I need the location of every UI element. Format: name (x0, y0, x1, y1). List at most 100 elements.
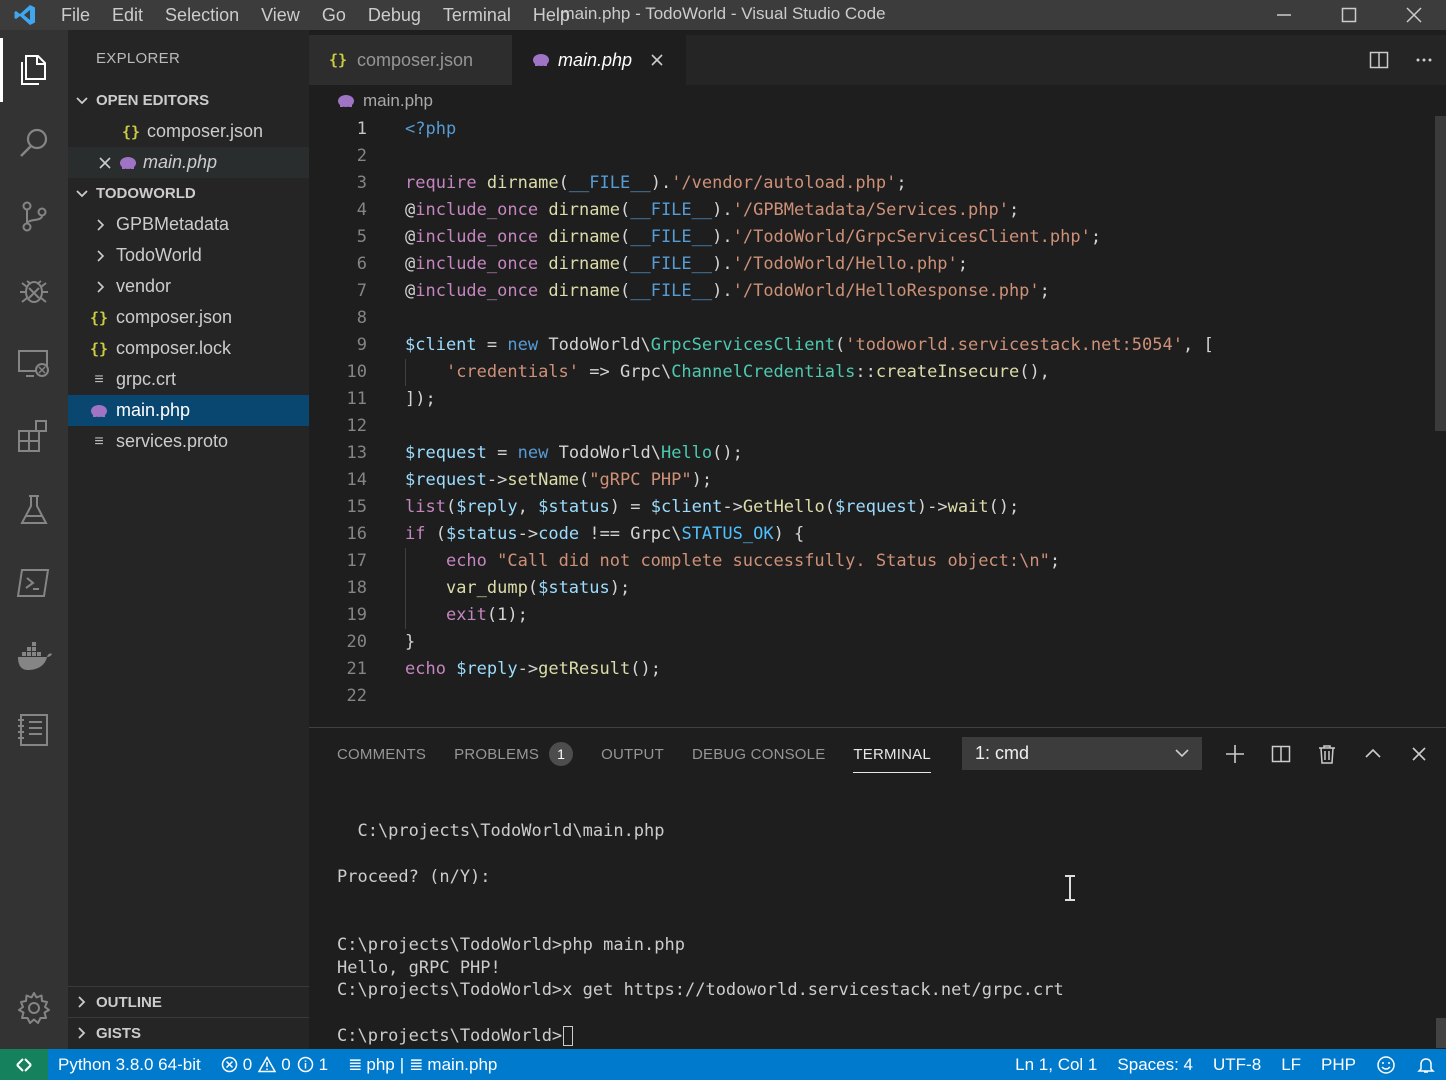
terminal-scrollbar[interactable] (1436, 1018, 1446, 1048)
terminal-output[interactable]: C:\projects\TodoWorld\main.php Proceed? … (337, 780, 1427, 1048)
todoworld-header[interactable]: TODOWORLD (68, 178, 309, 209)
terminal-select-value: 1: cmd (975, 743, 1030, 763)
line-number: 18 (346, 578, 367, 598)
menu-selection[interactable]: Selection (154, 0, 250, 30)
file-composer-lock[interactable]: {} composer.lock (68, 333, 309, 364)
file-composer-json[interactable]: {} composer.json (68, 302, 309, 333)
text-cursor-icon (1063, 875, 1077, 901)
sidebar-title: EXPLORER (96, 50, 181, 67)
tree-item-label: GPBMetadata (116, 214, 230, 234)
problems-summary[interactable]: 0 0 1 (211, 1049, 338, 1080)
gists-header[interactable]: GISTS (68, 1017, 309, 1048)
notifications-bell-icon[interactable] (1406, 1049, 1446, 1080)
close-editor-icon[interactable] (96, 156, 114, 170)
close-window-button[interactable] (1381, 0, 1446, 30)
code-text: var_dump($status); (445, 578, 631, 598)
explorer-icon[interactable] (0, 45, 68, 95)
terminal-select[interactable]: 1: cmd (962, 737, 1202, 770)
php-icon (335, 94, 357, 108)
docker-icon[interactable] (0, 632, 68, 682)
maximize-panel-icon[interactable] (1350, 744, 1396, 764)
terminal-icon[interactable] (0, 558, 68, 608)
line-number: 21 (346, 659, 367, 679)
tab-debug-console[interactable]: DEBUG CONSOLE (692, 728, 825, 780)
breadcrumb[interactable]: main.php (309, 86, 433, 116)
terminal-line: C:\projects\TodoWorld\main.php (337, 821, 665, 841)
minimize-button[interactable] (1251, 0, 1316, 30)
menu-view[interactable]: View (250, 0, 311, 30)
line-number: 1 (356, 119, 367, 139)
extensions-icon[interactable] (0, 411, 68, 461)
python-interpreter[interactable]: Python 3.8.0 64-bit (48, 1049, 211, 1080)
file-main-php[interactable]: main.php (68, 395, 309, 426)
code-editor[interactable]: 1 <?php 2 3 require dirname(__FILE__).'/ve… (309, 116, 1435, 721)
line-number: 19 (346, 605, 367, 625)
outline-header[interactable]: OUTLINE (68, 986, 309, 1017)
menu-bar: File Edit Selection View Go Debug Termin… (50, 0, 581, 30)
feedback-smiley-icon[interactable] (1366, 1049, 1406, 1080)
new-terminal-icon[interactable] (1212, 744, 1258, 764)
more-actions-icon[interactable] (1401, 50, 1446, 70)
tab-terminal[interactable]: TERMINAL (853, 728, 932, 780)
open-editors-header[interactable]: OPEN EDITORS (68, 85, 309, 116)
menu-help[interactable]: Help (522, 0, 581, 30)
close-tab-icon[interactable] (650, 53, 664, 67)
tab-main-php[interactable]: main.php (512, 35, 686, 85)
encoding[interactable]: UTF-8 (1203, 1049, 1271, 1080)
code-line: 8 (309, 305, 1435, 332)
tab-problems[interactable]: PROBLEMS 1 (454, 728, 574, 780)
folder-gpbmetadata[interactable]: GPBMetadata (68, 209, 309, 240)
trash-icon[interactable] (1304, 744, 1350, 764)
settings-gear-icon[interactable] (0, 983, 68, 1033)
menu-file[interactable]: File (50, 0, 101, 30)
folder-vendor[interactable]: vendor (68, 271, 309, 302)
tab-composer-json[interactable]: {} composer.json (309, 35, 512, 85)
code-line: 7 @include_once dirname(__FILE__).'/TodoW… (309, 278, 1435, 305)
menu-terminal[interactable]: Terminal (432, 0, 522, 30)
menu-debug[interactable]: Debug (357, 0, 432, 30)
open-editor-main-php[interactable]: main.php (68, 147, 309, 178)
info-icon (297, 1056, 313, 1073)
code-text: $request->setName("gRPC PHP"); (405, 470, 713, 490)
code-text: $client = new TodoWorld\GrpcServicesClie… (405, 335, 1214, 355)
code-line: 20} (309, 629, 1435, 656)
line-number: 22 (346, 686, 367, 706)
notebook-icon[interactable] (0, 705, 68, 755)
symbol-breadcrumb[interactable]: ≣ php | ≣ main.php (338, 1049, 507, 1080)
source-control-icon[interactable] (0, 191, 68, 241)
split-editor-icon[interactable] (1356, 50, 1401, 70)
explorer-sidebar: EXPLORER OPEN EDITORS {} composer.json m… (68, 30, 309, 1049)
code-line: 22 (309, 683, 1435, 710)
code-line: 9 $client = new TodoWorld\GrpcServicesCli… (309, 332, 1435, 359)
menu-go[interactable]: Go (311, 0, 357, 30)
tab-comments[interactable]: COMMENTS (337, 728, 426, 780)
close-panel-icon[interactable] (1396, 744, 1442, 764)
folder-todoworld[interactable]: TodoWorld (68, 240, 309, 271)
remote-indicator-button[interactable] (0, 1049, 48, 1080)
maximize-button[interactable] (1316, 0, 1381, 30)
indentation[interactable]: Spaces: 4 (1107, 1049, 1203, 1080)
file-grpc-crt[interactable]: ≡ grpc.crt (68, 364, 309, 395)
language-mode[interactable]: PHP (1311, 1049, 1366, 1080)
terminal-line: C:\projects\TodoWorld>x get https://todo… (337, 980, 1064, 1000)
menu-edit[interactable]: Edit (101, 0, 154, 30)
chevron-down-icon (1173, 744, 1191, 762)
end-of-line[interactable]: LF (1271, 1049, 1311, 1080)
line-number: 6 (356, 254, 367, 274)
test-flask-icon[interactable] (0, 485, 68, 535)
code-line: 13 $request = new TodoWorld\Hello(); (309, 440, 1435, 467)
remote-explorer-icon[interactable] (0, 338, 68, 388)
code-line: 19 exit(1); (309, 602, 1435, 629)
split-terminal-icon[interactable] (1258, 744, 1304, 764)
open-editor-composer-json[interactable]: {} composer.json (68, 116, 309, 147)
tab-output[interactable]: OUTPUT (601, 728, 664, 780)
line-number: 17 (346, 551, 367, 571)
editor-scrollbar[interactable] (1435, 116, 1446, 431)
close-icon (1405, 7, 1422, 23)
file-services-proto[interactable]: ≡ services.proto (68, 426, 309, 457)
line-number: 5 (356, 227, 367, 247)
search-icon[interactable] (0, 118, 68, 168)
debug-icon[interactable] (0, 265, 68, 315)
line-number: 10 (346, 362, 367, 382)
cursor-position[interactable]: Ln 1, Col 1 (1005, 1049, 1107, 1080)
